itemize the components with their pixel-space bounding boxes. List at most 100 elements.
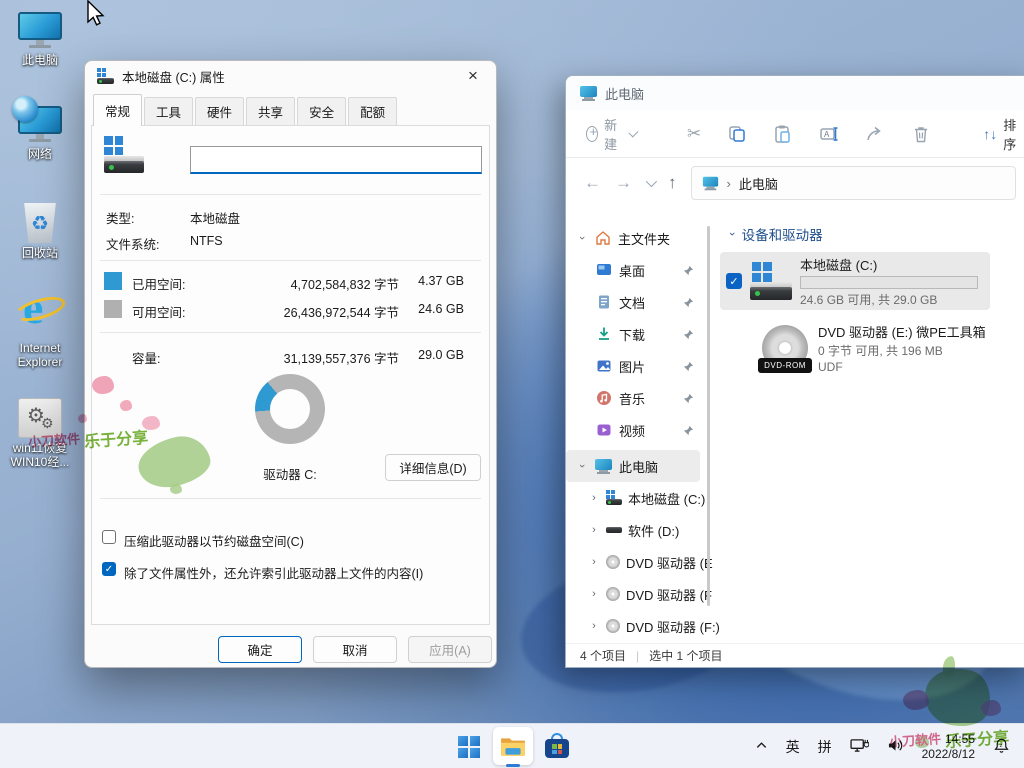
recent-pages-chevron-icon[interactable] (646, 176, 657, 187)
breadcrumb[interactable]: 此电脑 (739, 174, 778, 193)
tab-hardware[interactable]: 硬件 (195, 97, 244, 126)
group-header-devices-and-drives[interactable]: › 设备和驱动器 (730, 224, 1024, 244)
item-count: 4 个项目 (580, 647, 626, 664)
logo-square (558, 744, 563, 749)
selected-checkbox[interactable]: ✓ (726, 273, 742, 289)
explorer-toolbar: 新建 ✂ A ↑↓ 排序 (566, 110, 1024, 158)
sidebar-item-drive-d[interactable]: › 软件 (D:) (566, 514, 706, 546)
expand-chevron-icon[interactable]: › (588, 492, 600, 504)
back-button[interactable]: ← (584, 173, 601, 193)
show-hidden-icons-button[interactable] (755, 739, 768, 755)
ok-button[interactable]: 确定 (218, 636, 302, 663)
cancel-button[interactable]: 取消 (313, 636, 397, 663)
dialog-titlebar[interactable]: 本地磁盘 (C:) 属性 (85, 61, 496, 91)
logo-square (611, 490, 615, 494)
new-button[interactable]: 新建 (586, 115, 635, 153)
logo-square (552, 750, 557, 755)
logo-square (104, 147, 113, 156)
sort-button[interactable]: ↑↓ 排序 (983, 115, 1016, 153)
start-button[interactable] (453, 731, 485, 763)
paste-button[interactable] (773, 124, 793, 144)
details-button[interactable]: 详细信息(D) (385, 454, 481, 481)
used-space-size: 4.37 GB (394, 274, 464, 288)
cut-button[interactable]: ✂ (687, 124, 701, 144)
apply-button[interactable]: 应用(A) (408, 636, 492, 663)
dvd-rom-badge: DVD-ROM (758, 358, 812, 373)
share-button[interactable] (865, 124, 885, 144)
sidebar-item-this-pc[interactable]: › 此电脑 (566, 450, 700, 482)
type-label: 类型: (106, 208, 134, 227)
active-app-indicator (506, 764, 520, 767)
status-bar: 4 个项目 | 选中 1 个项目 (566, 643, 1024, 667)
logo-square (104, 136, 113, 145)
network-icon[interactable] (850, 738, 869, 756)
sidebar-item-dvd-e[interactable]: › DVD 驱动器 (E (566, 546, 706, 578)
desktop-folder-icon (596, 262, 612, 278)
explorer-titlebar[interactable]: 此电脑 (566, 76, 1024, 110)
sidebar-item-home[interactable]: › 主文件夹 (566, 222, 706, 254)
drive-icon (606, 522, 622, 538)
address-bar[interactable]: › 此电脑 (691, 166, 1017, 200)
desktop-icon-recycle-bin[interactable]: ♻ 回收站 (2, 203, 78, 260)
tab-sharing[interactable]: 共享 (246, 97, 295, 126)
divider (100, 498, 481, 499)
close-icon[interactable]: × (454, 63, 492, 89)
expand-chevron-icon[interactable]: › (588, 620, 600, 632)
sidebar-item-pictures[interactable]: 图片 (566, 350, 706, 382)
sidebar-item-dvd-last[interactable]: › DVD 驱动器 (F:) (566, 610, 706, 642)
sidebar-item-dvd-f[interactable]: › DVD 驱动器 (F (566, 578, 706, 610)
chevron-down-icon (628, 127, 638, 137)
sidebar-item-music[interactable]: 音乐 (566, 382, 706, 414)
expand-chevron-icon[interactable]: › (588, 588, 600, 600)
volume-label-input[interactable] (190, 146, 482, 174)
clock[interactable]: 14:55 2022/8/12 (922, 732, 975, 762)
expand-chevron-icon[interactable]: › (576, 232, 588, 244)
status-divider: | (636, 649, 639, 663)
sort-arrows-icon: ↑↓ (983, 126, 997, 142)
collapse-chevron-icon[interactable]: › (726, 232, 738, 236)
tab-security[interactable]: 安全 (297, 97, 346, 126)
dvd-icon (606, 587, 620, 601)
rename-button[interactable]: A (819, 124, 839, 144)
compress-drive-checkbox[interactable] (102, 530, 116, 544)
compress-drive-label: 压缩此驱动器以节约磁盘空间(C) (124, 531, 304, 550)
sidebar-item-local-disk-c[interactable]: › 本地磁盘 (C:) (566, 482, 706, 514)
desktop-icon-label: 网络 (2, 147, 78, 161)
used-space-swatch (104, 272, 122, 290)
expand-chevron-icon[interactable]: › (588, 524, 600, 536)
sidebar-item-desktop[interactable]: 桌面 (566, 254, 706, 286)
notifications-bell-icon[interactable]: z (993, 737, 1010, 757)
copy-button[interactable] (727, 124, 747, 144)
desktop-icon-win11-restore[interactable]: ⚙⚙ win11恢复WIN10经... (2, 398, 78, 469)
file-item-dvd-e[interactable]: DVD-ROM DVD 驱动器 (E:) 微PE工具箱 0 字节 可用, 共 1… (720, 318, 990, 378)
sidebar-item-downloads[interactable]: 下载 (566, 318, 706, 350)
expand-chevron-icon[interactable]: › (576, 460, 588, 472)
general-tab-page: 类型: 本地磁盘 文件系统: NTFS 已用空间: 4,702,584,832 … (91, 125, 490, 625)
desktop-icon-network[interactable]: 网络 (2, 106, 78, 161)
file-item-local-disk-c[interactable]: ✓ 本地磁盘 (C:) 24.6 GB 可用, 共 29.0 GB (720, 252, 990, 310)
dvd-icon (606, 619, 620, 633)
tab-tools[interactable]: 工具 (144, 97, 193, 126)
delete-button[interactable] (911, 124, 931, 144)
index-contents-label: 除了文件属性外，还允许索引此驱动器上文件的内容(I) (124, 563, 423, 582)
volume-icon[interactable] (887, 738, 904, 756)
microsoft-store-button[interactable] (541, 731, 573, 763)
free-space-swatch (104, 300, 122, 318)
tab-general[interactable]: 常规 (93, 94, 142, 126)
up-button[interactable]: ↑ (668, 173, 677, 193)
system-tray: 英 拼 14:55 2022/8/12 z (755, 724, 1024, 768)
file-explorer-taskbar-button[interactable] (493, 727, 533, 765)
index-contents-checkbox[interactable]: ✓ (102, 562, 116, 576)
ime-mode-button[interactable]: 拼 (818, 737, 832, 757)
expand-chevron-icon[interactable]: › (588, 556, 600, 568)
tab-quota[interactable]: 配额 (348, 97, 397, 126)
mouse-cursor (86, 0, 108, 30)
properties-dialog: 本地磁盘 (C:) 属性 × 常规 工具 硬件 共享 安全 配额 类型: 本地磁… (84, 60, 497, 668)
ime-language-button[interactable]: 英 (786, 737, 800, 757)
sidebar-item-videos[interactable]: 视频 (566, 414, 706, 446)
desktop-icon-this-pc[interactable]: 此电脑 (2, 12, 78, 67)
forward-button[interactable]: → (615, 173, 632, 193)
drive-info: 0 字节 可用, 共 196 MB (818, 342, 984, 359)
desktop-icon-internet-explorer[interactable]: e Internet Explorer (2, 285, 78, 369)
sidebar-item-documents[interactable]: 文档 (566, 286, 706, 318)
